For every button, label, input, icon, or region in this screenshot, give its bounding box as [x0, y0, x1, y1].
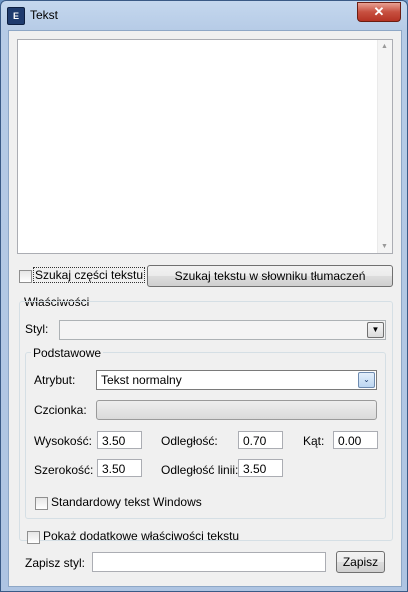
style-dropdown[interactable]: ▼	[59, 320, 386, 340]
save-style-input[interactable]	[92, 552, 326, 572]
show-more-label[interactable]: Pokaż dodatkowe właściwości tekstu	[43, 529, 239, 543]
search-part-checkbox[interactable]	[19, 270, 32, 283]
height-label: Wysokość:	[34, 434, 92, 448]
basic-section-title: Podstawowe	[31, 346, 104, 360]
attribute-dropdown-arrow-icon[interactable]: ⌄	[358, 372, 375, 388]
windows-text-checkbox[interactable]	[35, 497, 48, 510]
app-icon: E	[7, 7, 25, 25]
attribute-dropdown[interactable]: Tekst normalny ⌄	[96, 370, 377, 390]
scroll-down-arrow-icon[interactable]: ▼	[381, 243, 388, 250]
distance-label: Odległość:	[161, 434, 218, 448]
show-more-checkbox[interactable]	[27, 531, 40, 544]
line-distance-label: Odległość linii:	[161, 463, 239, 477]
line-distance-input[interactable]: 3.50	[238, 459, 283, 477]
text-area-scrollbar[interactable]: ▲ ▼	[377, 40, 392, 253]
attribute-dropdown-value: Tekst normalny	[101, 373, 182, 387]
attribute-label: Atrybut:	[34, 373, 76, 387]
close-button[interactable]: ✕	[357, 2, 401, 22]
scroll-up-arrow-icon[interactable]: ▲	[381, 43, 388, 50]
style-label: Styl:	[25, 322, 49, 336]
distance-input[interactable]: 0.70	[238, 431, 283, 449]
search-part-label[interactable]: Szukaj części tekstu	[33, 267, 146, 283]
height-input[interactable]: 3.50	[97, 431, 142, 449]
text-dialog-window: E Tekst ✕ ▲ ▼ Szukaj części tekstu Szuka…	[0, 0, 408, 592]
window-title: Tekst	[30, 8, 59, 22]
search-dictionary-button[interactable]: Szukaj tekstu w słowniku tłumaczeń	[147, 265, 393, 287]
width-input[interactable]: 3.50	[97, 459, 142, 477]
font-label: Czcionka:	[34, 403, 87, 417]
save-style-button[interactable]: Zapisz	[336, 551, 385, 573]
angle-label: Kąt:	[303, 434, 325, 448]
style-dropdown-arrow-icon[interactable]: ▼	[367, 322, 384, 338]
dialog-body: ▲ ▼ Szukaj części tekstu Szukaj tekstu w…	[8, 30, 402, 587]
windows-text-label[interactable]: Standardowy tekst Windows	[51, 495, 202, 509]
text-input-area[interactable]: ▲ ▼	[17, 39, 393, 254]
font-selector-button[interactable]	[96, 400, 377, 420]
save-style-label: Zapisz styl:	[25, 556, 86, 570]
angle-input[interactable]: 0.00	[333, 431, 378, 449]
width-label: Szerokość:	[34, 463, 94, 477]
title-bar: E Tekst ✕	[1, 1, 407, 29]
